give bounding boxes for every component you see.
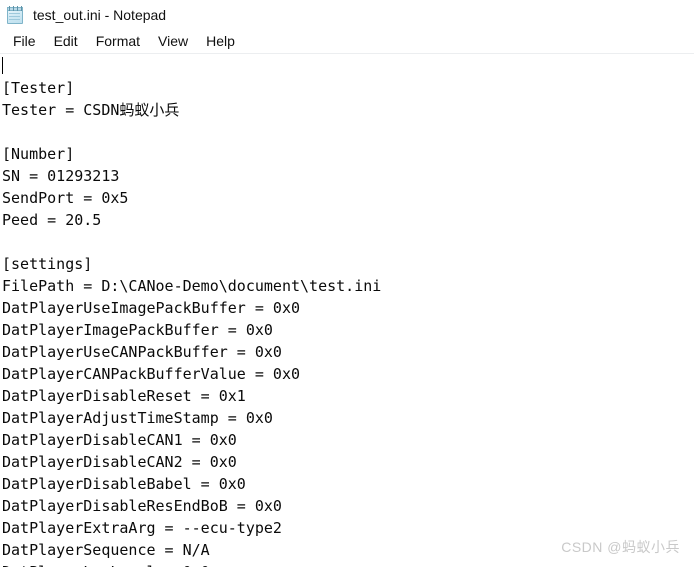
menu-item-view[interactable]: View bbox=[149, 32, 197, 52]
title-bar: test_out.ini - Notepad bbox=[0, 0, 694, 30]
menu-item-file[interactable]: File bbox=[4, 32, 45, 52]
notepad-icon bbox=[6, 5, 25, 25]
window-title: test_out.ini - Notepad bbox=[33, 7, 167, 23]
menu-item-help[interactable]: Help bbox=[197, 32, 244, 52]
menu-bar: File Edit Format View Help bbox=[0, 30, 694, 53]
menu-item-edit[interactable]: Edit bbox=[45, 32, 87, 52]
menu-item-format[interactable]: Format bbox=[87, 32, 149, 52]
notepad-window: test_out.ini - Notepad File Edit Format … bbox=[0, 0, 694, 567]
editor-text[interactable]: [Tester] Tester = CSDN蚂蚁小兵 [Number] SN =… bbox=[2, 55, 694, 567]
text-editor-area[interactable]: [Tester] Tester = CSDN蚂蚁小兵 [Number] SN =… bbox=[0, 54, 694, 567]
